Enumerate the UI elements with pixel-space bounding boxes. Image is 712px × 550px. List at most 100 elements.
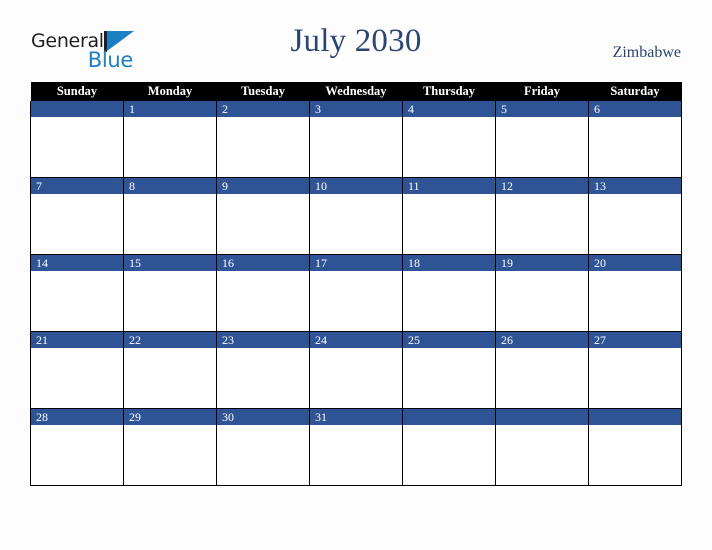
day-note-area[interactable] [31,194,123,253]
week-row: 1 2 3 4 5 6 [30,101,682,178]
day-note-area[interactable] [310,271,402,330]
weekday-header-monday: Monday [123,82,217,101]
day-note-area[interactable] [589,348,681,407]
day-cell[interactable]: 2 [216,101,310,178]
day-cell[interactable] [30,101,124,178]
day-number: 27 [589,332,681,348]
day-note-area[interactable] [124,425,216,484]
day-note-area[interactable] [403,348,495,407]
day-cell[interactable]: 15 [123,254,217,332]
day-cell[interactable]: 27 [588,331,682,409]
day-cell[interactable]: 10 [309,177,403,255]
week-row: 21 22 23 24 25 26 27 [30,331,682,409]
country-label: Zimbabwe [612,44,681,61]
day-cell[interactable]: 30 [216,408,310,486]
weekday-header-row: Sunday Monday Tuesday Wednesday Thursday… [30,82,682,101]
day-cell[interactable]: 11 [402,177,496,255]
day-note-area[interactable] [403,117,495,176]
day-number: 5 [496,101,588,117]
day-note-area[interactable] [31,117,123,176]
day-cell[interactable]: 3 [309,101,403,178]
day-cell[interactable]: 13 [588,177,682,255]
day-number: 12 [496,178,588,194]
day-note-area[interactable] [496,271,588,330]
day-cell[interactable]: 22 [123,331,217,409]
day-number: 17 [310,255,402,271]
day-note-area[interactable] [496,194,588,253]
day-cell[interactable] [402,408,496,486]
day-cell[interactable]: 9 [216,177,310,255]
day-note-area[interactable] [124,348,216,407]
day-cell[interactable]: 5 [495,101,589,178]
day-note-area[interactable] [217,271,309,330]
day-number: 18 [403,255,495,271]
day-number: 1 [124,101,216,117]
day-cell[interactable]: 29 [123,408,217,486]
day-number: 11 [403,178,495,194]
day-number: 26 [496,332,588,348]
day-note-area[interactable] [589,194,681,253]
day-cell[interactable]: 20 [588,254,682,332]
day-cell[interactable]: 21 [30,331,124,409]
day-cell[interactable]: 14 [30,254,124,332]
day-number: 31 [310,409,402,425]
day-note-area[interactable] [310,425,402,484]
day-note-area[interactable] [496,348,588,407]
day-cell[interactable]: 28 [30,408,124,486]
day-note-area[interactable] [124,194,216,253]
day-note-area[interactable] [496,425,588,484]
week-row: 7 8 9 10 11 12 13 [30,177,682,255]
day-cell[interactable]: 26 [495,331,589,409]
day-number: 13 [589,178,681,194]
day-note-area[interactable] [403,194,495,253]
day-cell[interactable]: 17 [309,254,403,332]
day-note-area[interactable] [310,348,402,407]
day-note-area[interactable] [31,271,123,330]
day-cell[interactable]: 7 [30,177,124,255]
day-cell[interactable] [495,408,589,486]
day-number: 9 [217,178,309,194]
day-note-area[interactable] [217,194,309,253]
day-note-area[interactable] [589,271,681,330]
day-note-area[interactable] [403,425,495,484]
weekday-header-wednesday: Wednesday [309,82,403,101]
day-note-area[interactable] [124,117,216,176]
day-note-area[interactable] [310,117,402,176]
page-header: General Blue July 2030 Zimbabwe [0,0,712,80]
day-cell[interactable]: 12 [495,177,589,255]
day-note-area[interactable] [403,271,495,330]
day-cell[interactable]: 18 [402,254,496,332]
day-cell[interactable]: 19 [495,254,589,332]
day-cell[interactable]: 16 [216,254,310,332]
day-number [496,409,588,425]
day-cell[interactable]: 31 [309,408,403,486]
day-cell[interactable]: 4 [402,101,496,178]
calendar-body: 1 2 3 4 5 6 7 8 9 10 11 12 13 14 15 16 1… [30,101,682,486]
day-cell[interactable]: 6 [588,101,682,178]
day-note-area[interactable] [217,117,309,176]
day-number: 7 [31,178,123,194]
day-note-area[interactable] [31,348,123,407]
day-note-area[interactable] [496,117,588,176]
day-note-area[interactable] [589,425,681,484]
day-cell[interactable]: 25 [402,331,496,409]
day-cell[interactable]: 8 [123,177,217,255]
day-note-area[interactable] [217,425,309,484]
day-number: 23 [217,332,309,348]
day-number: 8 [124,178,216,194]
day-number [589,409,681,425]
day-note-area[interactable] [310,194,402,253]
day-cell[interactable]: 23 [216,331,310,409]
day-note-area[interactable] [589,117,681,176]
day-number: 20 [589,255,681,271]
day-cell[interactable]: 24 [309,331,403,409]
day-note-area[interactable] [31,425,123,484]
day-note-area[interactable] [217,348,309,407]
day-cell[interactable]: 1 [123,101,217,178]
calendar-head: Sunday Monday Tuesday Wednesday Thursday… [30,82,682,101]
day-note-area[interactable] [124,271,216,330]
day-number [31,101,123,117]
weekday-header-friday: Friday [495,82,589,101]
day-cell[interactable] [588,408,682,486]
day-number: 10 [310,178,402,194]
